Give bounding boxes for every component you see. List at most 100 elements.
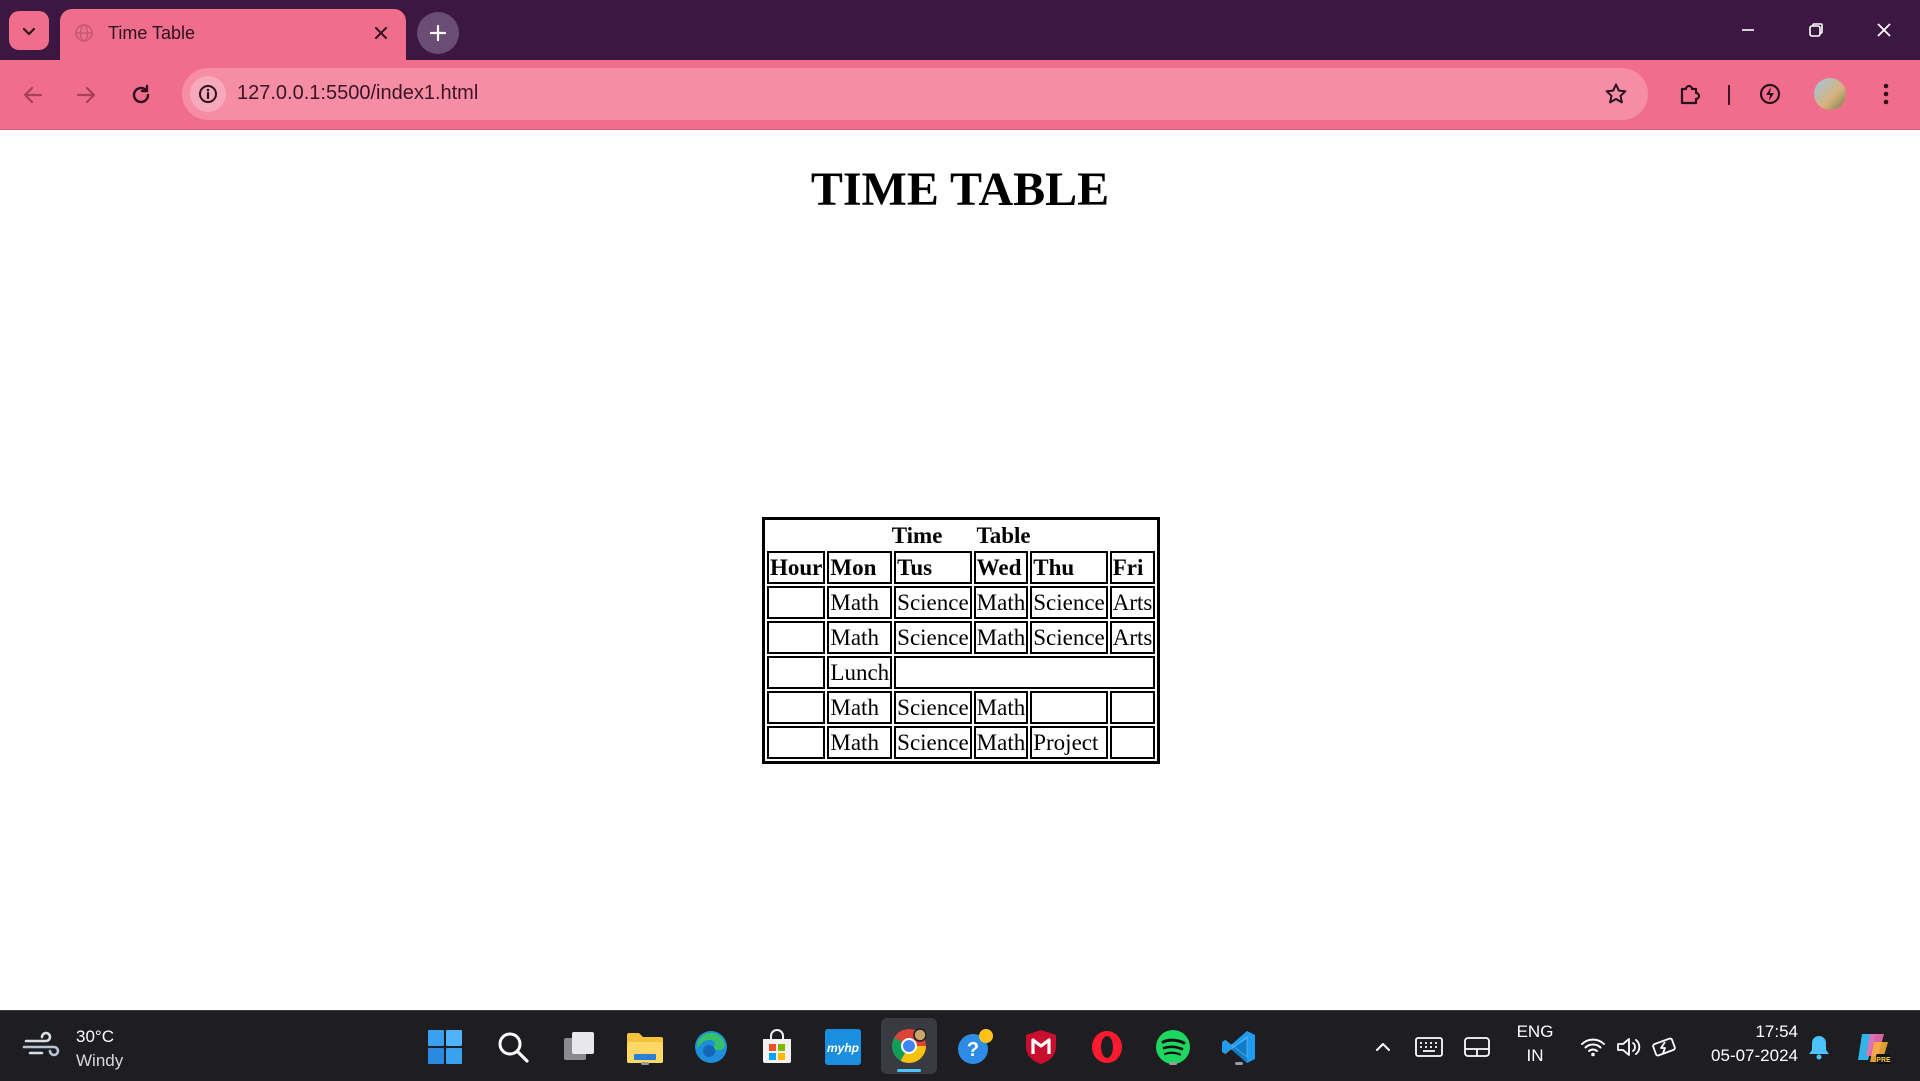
active-indicator	[897, 1069, 921, 1072]
myhp-icon: myhp	[825, 1029, 861, 1065]
clock-time[interactable]: 17:54	[1700, 1022, 1798, 1042]
table-cell	[1109, 726, 1156, 759]
star-icon	[1605, 83, 1627, 104]
info-icon	[199, 85, 217, 103]
chrome-button[interactable]	[881, 1018, 937, 1074]
language-indicator-line2[interactable]: IN	[1510, 1046, 1560, 1066]
table-cell: Math	[827, 691, 893, 724]
folder-icon	[627, 1033, 663, 1063]
table-row: Math Science Math Project	[767, 726, 1156, 759]
column-header: Tus	[894, 551, 972, 584]
battery-charging-icon	[1652, 1037, 1676, 1057]
windows-logo-icon	[428, 1030, 462, 1064]
language-indicator-line1[interactable]: ENG	[1510, 1022, 1560, 1042]
table-cell: Science	[894, 621, 972, 654]
plus-icon	[429, 24, 447, 42]
site-info-button[interactable]	[190, 76, 226, 112]
table-row: Lunch	[767, 656, 1156, 689]
tab-search-button[interactable]	[9, 11, 49, 50]
browser-tab[interactable]: Time Table	[60, 9, 406, 60]
more-vertical-icon	[1883, 83, 1889, 105]
bookmark-button[interactable]	[1602, 80, 1630, 108]
help-icon: ?	[958, 1029, 993, 1064]
spotify-button[interactable]	[1152, 1026, 1194, 1068]
weather-temperature: 30°C	[76, 1027, 114, 1046]
mcafee-button[interactable]	[1020, 1026, 1062, 1068]
column-header: Wed	[973, 551, 1029, 584]
get-help-button[interactable]: ?	[954, 1026, 996, 1068]
vscode-icon	[1222, 1031, 1255, 1063]
address-bar[interactable]: 127.0.0.1:5500/index1.html	[182, 68, 1648, 120]
search-icon	[498, 1032, 529, 1063]
copilot-button[interactable]: PRE	[1852, 1026, 1894, 1068]
speed-icon	[1759, 83, 1781, 105]
edge-button[interactable]	[690, 1026, 732, 1068]
reload-button[interactable]	[123, 77, 159, 113]
close-icon	[1877, 23, 1891, 37]
minimize-icon	[1742, 29, 1754, 31]
speaker-icon	[1617, 1038, 1641, 1056]
touchpad-icon	[1464, 1037, 1490, 1057]
page-viewport: TIME TABLE Time Table Hour Mon Tus Wed T…	[0, 130, 1920, 1010]
table-cell	[1030, 691, 1108, 724]
extensions-button[interactable]	[1672, 76, 1708, 112]
close-tab-icon[interactable]	[370, 22, 392, 44]
table-cell: Lunch	[827, 656, 893, 689]
minimize-button[interactable]	[1724, 12, 1772, 48]
table-cell: Math	[827, 621, 893, 654]
url-text[interactable]: 127.0.0.1:5500/index1.html	[237, 82, 478, 105]
table-cell: Math	[973, 691, 1029, 724]
table-cell: Math	[973, 586, 1029, 619]
globe-icon	[75, 24, 93, 42]
opera-button[interactable]	[1086, 1026, 1128, 1068]
task-view-button[interactable]	[558, 1026, 600, 1068]
performance-button[interactable]	[1752, 76, 1788, 112]
microsoft-store-button[interactable]	[756, 1026, 798, 1068]
table-cell: Project	[1030, 726, 1108, 759]
restore-button[interactable]	[1792, 12, 1840, 48]
table-cell: Science	[894, 586, 972, 619]
myhp-button[interactable]: myhp	[822, 1026, 864, 1068]
table-cell: Arts	[1109, 621, 1156, 654]
table-cell: Science	[894, 691, 972, 724]
table-cell: Math	[827, 586, 893, 619]
caption-word-1: Time	[891, 523, 943, 548]
table-cell	[894, 656, 1156, 689]
chevron-up-icon	[1376, 1043, 1390, 1051]
back-button[interactable]	[15, 77, 51, 113]
new-tab-button[interactable]	[417, 12, 459, 54]
clock-date[interactable]: 05-07-2024	[1700, 1046, 1798, 1066]
keyboard-icon	[1415, 1037, 1443, 1057]
page-title: TIME TABLE	[810, 163, 1110, 216]
caption-word-2: Table	[976, 523, 1031, 548]
start-button[interactable]	[424, 1026, 466, 1068]
close-window-button[interactable]	[1860, 12, 1908, 48]
edge-icon	[695, 1031, 727, 1063]
wifi-icon	[1581, 1038, 1605, 1057]
browser-menu-button[interactable]	[1868, 76, 1904, 112]
spotify-icon	[1156, 1030, 1190, 1064]
battery-button[interactable]	[1644, 1026, 1686, 1068]
store-icon	[763, 1029, 791, 1063]
show-hidden-icons-button[interactable]	[1362, 1026, 1404, 1068]
file-explorer-button[interactable]	[624, 1026, 666, 1068]
running-indicator	[1235, 1062, 1243, 1065]
taskbar-search-button[interactable]	[492, 1026, 534, 1068]
forward-button[interactable]	[68, 77, 104, 113]
profile-avatar[interactable]	[1814, 78, 1846, 110]
table-cell: Math	[973, 621, 1029, 654]
tab-title: Time Table	[108, 23, 196, 43]
table-row: Math Science Math	[767, 691, 1156, 724]
task-view-icon	[564, 1032, 594, 1060]
touch-keyboard-button[interactable]	[1408, 1026, 1450, 1068]
running-indicator	[1169, 1062, 1177, 1065]
running-indicator	[641, 1062, 649, 1065]
table-cell: Science	[1030, 621, 1108, 654]
vscode-button[interactable]	[1218, 1026, 1260, 1068]
time-table: Time Table Hour Mon Tus Wed Thu Fri Math…	[762, 517, 1161, 764]
restore-icon	[1809, 23, 1823, 37]
notifications-button[interactable]	[1798, 1026, 1840, 1068]
touchpad-button[interactable]	[1456, 1026, 1498, 1068]
table-caption: Time Table	[767, 522, 1155, 549]
table-cell: Math	[827, 726, 893, 759]
